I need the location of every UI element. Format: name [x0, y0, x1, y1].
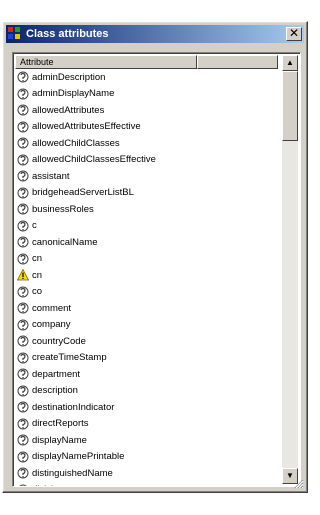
list-item-label: c: [32, 220, 37, 232]
attribute-icon: [17, 319, 29, 331]
resize-grip-icon[interactable]: [292, 477, 304, 489]
list-item[interactable]: createTimeStamp: [15, 350, 278, 367]
column-header: Attribute: [15, 55, 278, 69]
list-item[interactable]: co: [15, 284, 278, 301]
list-item-label: comment: [32, 302, 72, 314]
attribute-icon: [17, 418, 29, 430]
list-item-label: allowedAttributesEffective: [32, 121, 141, 133]
attribute-icon: [17, 203, 29, 215]
list-item-label: createTimeStamp: [32, 352, 107, 364]
list-item[interactable]: comment: [15, 300, 278, 317]
list-item-label: countryCode: [32, 335, 86, 347]
list-item-label: assistant: [32, 170, 70, 182]
window-title: Class attributes: [26, 28, 109, 40]
column-header-attribute[interactable]: Attribute: [15, 55, 197, 69]
attribute-icon: [17, 401, 29, 413]
list-item[interactable]: assistant: [15, 168, 278, 185]
class-attributes-window: Class attributes ✕ Attribute adminDescri…: [2, 21, 308, 493]
list-item[interactable]: displayNamePrintable: [15, 449, 278, 466]
attribute-rows: adminDescription adminDisplayName allowedA…: [15, 69, 278, 486]
attribute-icon: [17, 187, 29, 199]
list-item-label: destinationIndicator: [32, 401, 115, 413]
list-item[interactable]: directReports: [15, 416, 278, 433]
vertical-scrollbar[interactable]: ▲ ▼: [282, 55, 298, 484]
list-item-label: allowedChildClassesEffective: [32, 154, 156, 166]
list-item-label: division: [32, 484, 64, 486]
attribute-icon: [17, 352, 29, 364]
attribute-icon: [17, 335, 29, 347]
attribute-icon: [17, 385, 29, 397]
list-item-label: displayNamePrintable: [32, 451, 125, 463]
list-item[interactable]: company: [15, 317, 278, 334]
list-item-label: company: [32, 319, 71, 331]
attribute-icon: [17, 368, 29, 380]
list-item[interactable]: department: [15, 366, 278, 383]
list-item[interactable]: businessRoles: [15, 201, 278, 218]
attribute-icon: [17, 121, 29, 133]
title-bar[interactable]: Class attributes ✕: [6, 25, 304, 43]
warning-icon: [16, 268, 30, 281]
list-item[interactable]: adminDisplayName: [15, 86, 278, 103]
list-item[interactable]: allowedChildClassesEffective: [15, 152, 278, 169]
attribute-icon: [17, 236, 29, 248]
list-item[interactable]: cn: [15, 251, 278, 268]
list-item[interactable]: cn: [15, 267, 278, 284]
list-item[interactable]: allowedAttributesEffective: [15, 119, 278, 136]
list-item-label: adminDescription: [32, 71, 106, 83]
list-item-label: distinguishedName: [32, 467, 113, 479]
attribute-icon: [17, 154, 29, 166]
list-item-label: department: [32, 368, 81, 380]
list-item-label: cn: [32, 269, 43, 281]
list-item[interactable]: distinguishedName: [15, 465, 278, 482]
attribute-icon: [17, 71, 29, 83]
attribute-list[interactable]: Attribute adminDescription adminDisplayNa…: [12, 52, 301, 487]
attribute-icon: [17, 220, 29, 232]
attribute-icon: [17, 253, 29, 265]
list-item[interactable]: allowedAttributes: [15, 102, 278, 119]
list-item-label: description: [32, 385, 78, 397]
app-icon: [8, 27, 22, 41]
list-item[interactable]: division: [15, 482, 278, 486]
attribute-icon: [17, 104, 29, 116]
column-header-second[interactable]: [197, 55, 278, 69]
list-item-label: cn: [32, 253, 43, 265]
list-item[interactable]: countryCode: [15, 333, 278, 350]
list-item-label: businessRoles: [32, 203, 94, 215]
list-item[interactable]: canonicalName: [15, 234, 278, 251]
list-item[interactable]: adminDescription: [15, 69, 278, 86]
list-item-label: displayName: [32, 434, 87, 446]
attribute-icon: [17, 302, 29, 314]
list-item-label: allowedAttributes: [32, 104, 105, 116]
attribute-icon: [17, 137, 29, 149]
list-item-label: canonicalName: [32, 236, 98, 248]
list-item-label: allowedChildClasses: [32, 137, 120, 149]
attribute-icon: [17, 484, 29, 486]
list-item[interactable]: c: [15, 218, 278, 235]
list-item-label: bridgeheadServerListBL: [32, 187, 134, 199]
list-item[interactable]: bridgeheadServerListBL: [15, 185, 278, 202]
list-item-label: adminDisplayName: [32, 88, 115, 100]
list-item[interactable]: displayName: [15, 432, 278, 449]
list-item[interactable]: destinationIndicator: [15, 399, 278, 416]
attribute-icon: [17, 434, 29, 446]
list-item-label: directReports: [32, 418, 89, 430]
scroll-up-button[interactable]: ▲: [282, 55, 298, 71]
attribute-icon: [17, 467, 29, 479]
close-button[interactable]: ✕: [286, 27, 302, 41]
attribute-icon: [17, 170, 29, 182]
list-item-label: co: [32, 286, 43, 298]
attribute-icon: [17, 88, 29, 100]
attribute-icon: [17, 286, 29, 298]
list-item[interactable]: description: [15, 383, 278, 400]
list-item[interactable]: allowedChildClasses: [15, 135, 278, 152]
attribute-icon: [17, 451, 29, 463]
scroll-thumb[interactable]: [282, 71, 298, 141]
